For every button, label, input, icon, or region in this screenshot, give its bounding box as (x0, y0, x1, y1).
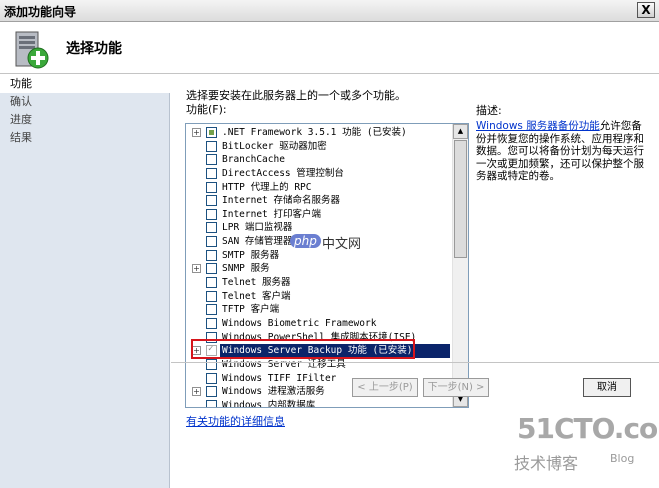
blog-watermark: 技术博客 (514, 454, 579, 473)
feature-checkbox[interactable] (206, 127, 217, 138)
expand-icon[interactable]: + (192, 128, 201, 137)
nav-step-confirm[interactable]: 确认 (0, 93, 169, 111)
server-add-icon (15, 31, 49, 69)
feature-label: DirectAccess 管理控制台 (222, 167, 344, 179)
wizard-steps-nav: 功能 确认 进度 结果 (0, 75, 171, 488)
feature-label: Internet 存储命名服务器 (222, 195, 340, 207)
php-watermark-badge: php (290, 234, 321, 248)
feature-row[interactable]: Windows 内部数据库 (186, 399, 454, 408)
features-scrollbar[interactable]: ▲ ▼ (452, 124, 468, 407)
feature-row[interactable]: Internet 打印客户端 (186, 208, 454, 222)
feature-label: Telnet 客户端 (222, 290, 291, 302)
selection-highlight-box (191, 339, 415, 359)
feature-label: Windows 内部数据库 (222, 399, 316, 408)
expand-icon[interactable]: + (192, 264, 201, 274)
next-button[interactable]: 下一步(N) > (423, 378, 489, 397)
feature-label: Windows TIFF IFilter (222, 372, 337, 384)
feature-row[interactable]: + .NET Framework 3.5.1 功能 (已安装) (186, 126, 454, 140)
feature-checkbox[interactable] (206, 195, 217, 207)
feature-label: BranchCache (222, 154, 285, 166)
feature-label: SMTP 服务器 (222, 249, 280, 261)
feature-row[interactable]: Telnet 客户端 (186, 290, 454, 304)
feature-label: .NET Framework 3.5.1 功能 (已安装) (222, 127, 407, 138)
feature-label: Telnet 服务器 (222, 277, 291, 289)
feature-row[interactable]: Windows Biometric Framework (186, 317, 454, 331)
prev-button[interactable]: < 上一步(P) (352, 378, 418, 397)
feature-checkbox[interactable] (206, 249, 217, 261)
footer-divider (171, 362, 659, 363)
feature-label: HTTP 代理上的 RPC (222, 181, 312, 193)
feature-checkbox[interactable] (206, 236, 217, 248)
feature-row[interactable]: Internet 存储命名服务器 (186, 194, 454, 208)
feature-label: SNMP 服务 (222, 263, 270, 275)
page-title: 选择功能 (66, 41, 122, 57)
nav-step-results[interactable]: 结果 (0, 129, 169, 147)
feature-checkbox[interactable] (206, 181, 217, 193)
feature-checkbox[interactable] (206, 372, 217, 384)
feature-row[interactable]: + SNMP 服务 (186, 262, 454, 276)
feature-row[interactable]: Telnet 服务器 (186, 276, 454, 290)
cancel-button[interactable]: 取消 (583, 378, 631, 397)
feature-label: LPR 端口监视器 (222, 222, 293, 234)
feature-label: SAN 存储管理器 (222, 236, 293, 248)
feature-row[interactable]: TFTP 客户端 (186, 303, 454, 317)
feature-checkbox[interactable] (206, 358, 217, 370)
feature-checkbox[interactable] (206, 290, 217, 302)
scroll-up-icon[interactable]: ▲ (453, 124, 468, 139)
scroll-thumb[interactable] (454, 140, 467, 258)
title-bar: 添加功能向导 X (0, 0, 659, 22)
feature-row[interactable]: DirectAccess 管理控制台 (186, 167, 454, 181)
nav-step-features[interactable]: 功能 (0, 75, 171, 93)
feature-label: Windows Server 迁移工具 (222, 358, 346, 370)
features-label: 功能(F): (186, 103, 227, 116)
php-watermark-text: 中文网 (322, 237, 362, 252)
feature-checkbox[interactable] (206, 277, 217, 289)
window-title: 添加功能向导 (4, 5, 77, 19)
feature-checkbox[interactable] (206, 263, 217, 275)
feature-row[interactable]: Windows Server 迁移工具 (186, 358, 454, 372)
feature-row[interactable]: BitLocker 驱动器加密 (186, 140, 454, 154)
feature-label: Internet 打印客户端 (222, 208, 321, 220)
feature-label: Windows Biometric Framework (222, 317, 377, 329)
expand-icon[interactable]: + (192, 387, 201, 397)
close-button[interactable]: X (637, 2, 655, 18)
feature-row[interactable]: LPR 端口监视器 (186, 221, 454, 235)
description-label: 描述: (476, 104, 502, 117)
features-list: + .NET Framework 3.5.1 功能 (已安装) BitLocker … (186, 126, 454, 408)
nav-step-progress[interactable]: 进度 (0, 111, 169, 129)
feature-checkbox[interactable] (206, 140, 217, 152)
feature-checkbox[interactable] (206, 317, 217, 329)
site-watermark: 51CTO.com (517, 412, 659, 445)
feature-checkbox[interactable] (206, 222, 217, 234)
more-info-link[interactable]: 有关功能的详细信息 (186, 413, 285, 429)
feature-row[interactable]: BranchCache (186, 153, 454, 167)
feature-checkbox[interactable] (206, 304, 217, 316)
feature-checkbox[interactable] (206, 167, 217, 179)
description-link[interactable]: Windows 服务器备份功能 (476, 120, 600, 132)
wizard-header: 选择功能 (0, 22, 659, 74)
features-tree[interactable]: + .NET Framework 3.5.1 功能 (已安装) BitLocker … (185, 123, 469, 408)
feature-label: BitLocker 驱动器加密 (222, 140, 327, 152)
feature-row[interactable]: HTTP 代理上的 RPC (186, 181, 454, 195)
feature-checkbox[interactable] (206, 386, 217, 398)
feature-label: TFTP 客户端 (222, 304, 280, 316)
description-text: Windows 服务器备份功能允许您备份并恢复您的操作系统、应用程序和数据。您可… (476, 120, 648, 183)
feature-checkbox[interactable] (206, 154, 217, 166)
feature-checkbox[interactable] (206, 399, 217, 407)
blog-watermark-suffix: Blog (610, 452, 635, 465)
feature-label: Windows 进程激活服务 (222, 386, 325, 398)
feature-checkbox[interactable] (206, 208, 217, 220)
feature-row[interactable]: SMTP 服务器 (186, 249, 454, 263)
